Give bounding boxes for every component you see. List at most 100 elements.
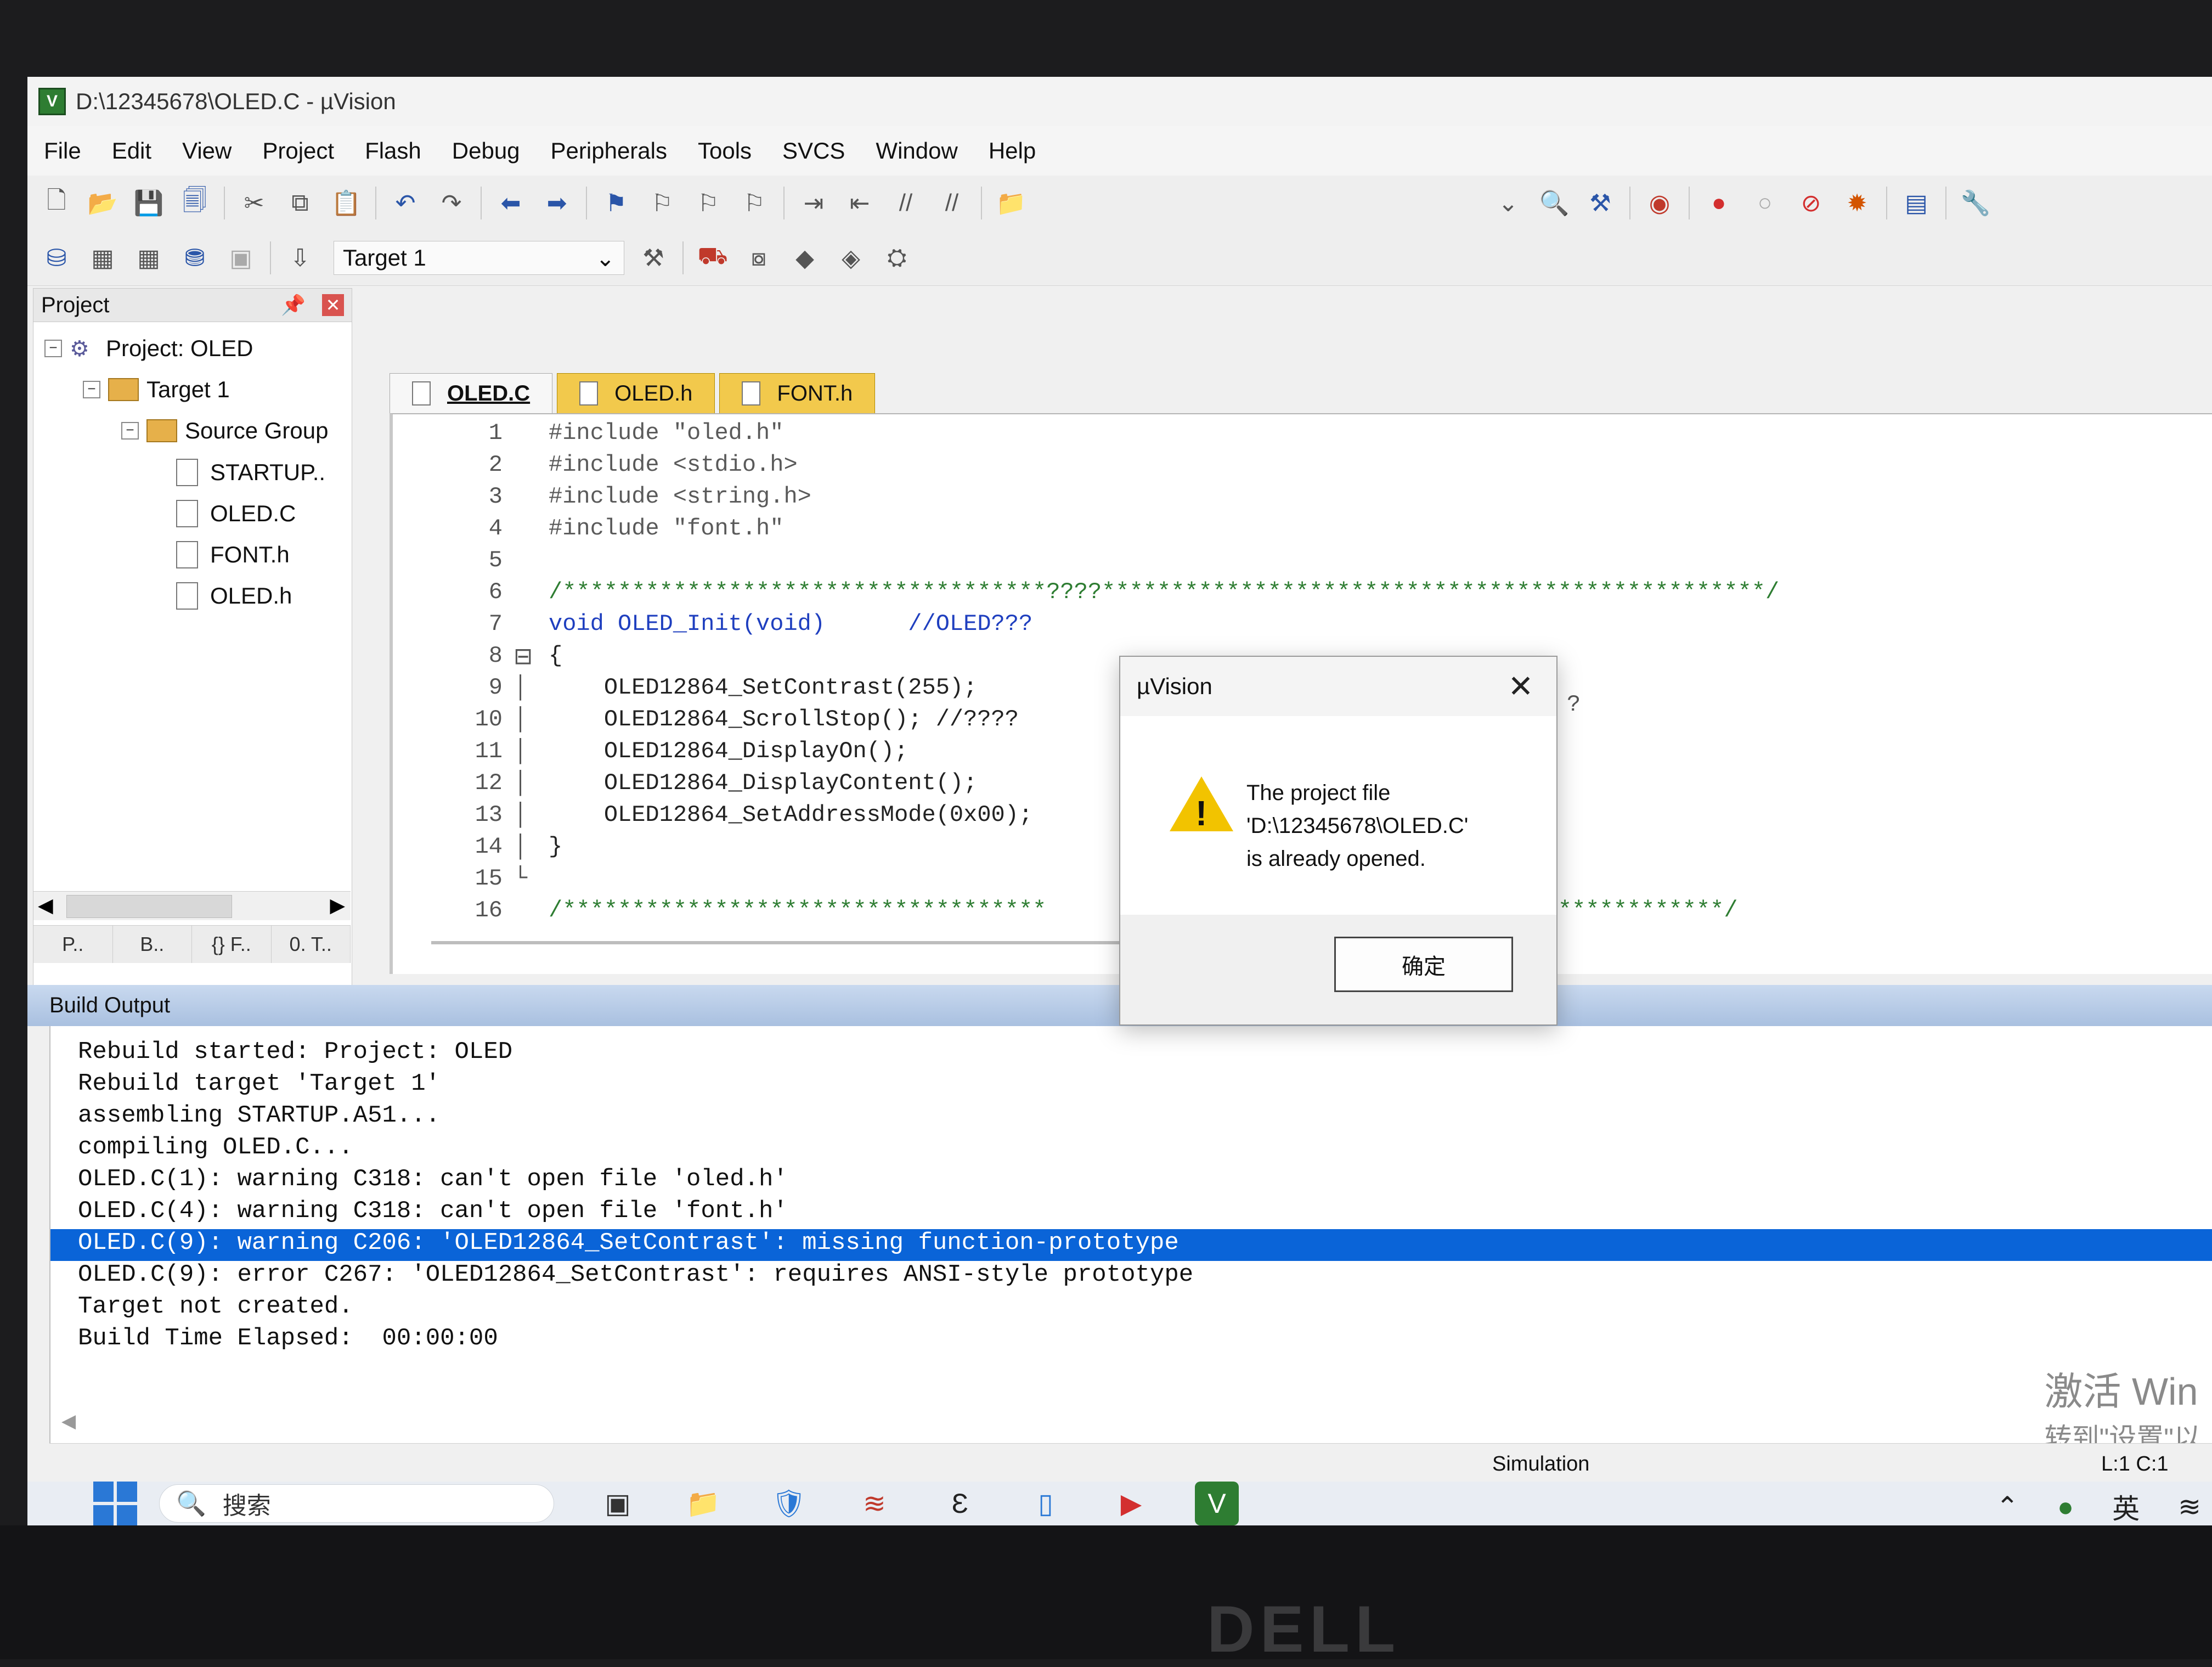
wifi-icon[interactable]: ≋ bbox=[2178, 1491, 2201, 1523]
tab-oled-c[interactable]: OLED.C bbox=[390, 373, 553, 413]
configure-icon[interactable]: 🔧 bbox=[1959, 186, 1993, 220]
uncomment-icon[interactable]: // bbox=[935, 186, 969, 220]
navigate-forward-icon[interactable]: ➡ bbox=[540, 186, 574, 220]
breakpoint-insert-icon[interactable]: ● bbox=[1702, 186, 1736, 220]
tree-source-group-node[interactable]: − Source Group bbox=[121, 418, 328, 444]
open-folder-icon[interactable]: 📂 bbox=[86, 186, 120, 220]
tree-file-font-h[interactable]: FONT.h bbox=[176, 541, 290, 568]
tab-books[interactable]: B.. bbox=[112, 926, 192, 963]
output-line[interactable]: Rebuild started: Project: OLED bbox=[50, 1038, 2212, 1070]
output-line[interactable]: Build Time Elapsed: 00:00:00 bbox=[50, 1325, 2212, 1356]
output-line[interactable]: Target not created. bbox=[50, 1293, 2212, 1325]
save-icon[interactable]: 💾 bbox=[132, 186, 166, 220]
tree-file-startup[interactable]: STARTUP.. bbox=[176, 459, 325, 486]
pin-icon[interactable]: 📌 bbox=[281, 294, 306, 317]
menu-tools[interactable]: Tools bbox=[698, 138, 752, 164]
menu-window[interactable]: Window bbox=[876, 138, 957, 164]
tree-file-oled-h[interactable]: OLED.h bbox=[176, 582, 292, 610]
tree-project-node[interactable]: − ⚙ Project: OLED bbox=[44, 335, 253, 362]
tab-font-h[interactable]: FONT.h bbox=[719, 373, 876, 413]
manage-project-items-icon[interactable]: ⛟ bbox=[696, 241, 730, 275]
close-icon[interactable]: ✕ bbox=[322, 294, 344, 316]
bookmark-clear-icon[interactable]: ⚐ bbox=[737, 186, 771, 220]
comment-icon[interactable]: // bbox=[889, 186, 923, 220]
app-icon[interactable]: ≋ bbox=[853, 1482, 896, 1525]
menu-file[interactable]: File bbox=[44, 138, 81, 164]
cut-icon[interactable]: ✂ bbox=[237, 186, 271, 220]
bookmark-next-icon[interactable]: ⚐ bbox=[691, 186, 725, 220]
media-app-icon[interactable]: ▶ bbox=[1109, 1482, 1153, 1525]
pack-installer-icon[interactable]: ◈ bbox=[834, 241, 868, 275]
dropdown-icon[interactable]: ⌄ bbox=[1491, 186, 1525, 220]
undo-icon[interactable]: ↶ bbox=[388, 186, 422, 220]
select-packs-icon[interactable]: ⧇ bbox=[742, 241, 776, 275]
bookmark-prev-icon[interactable]: ⚐ bbox=[645, 186, 679, 220]
output-line[interactable]: Rebuild target 'Target 1' bbox=[50, 1070, 2212, 1102]
uvision-taskbar-icon[interactable]: V bbox=[1195, 1482, 1239, 1525]
copy-icon[interactable]: ⧉ bbox=[283, 186, 317, 220]
file-explorer-icon[interactable]: 📁 bbox=[681, 1482, 725, 1525]
scroll-right-icon[interactable]: ▶ bbox=[330, 894, 345, 917]
editor-horizontal-scrollbar[interactable] bbox=[431, 941, 1199, 944]
menu-flash[interactable]: Flash bbox=[365, 138, 421, 164]
windows-start-icon[interactable] bbox=[93, 1482, 137, 1525]
breakpoint-disable-all-icon[interactable]: ⊘ bbox=[1794, 186, 1828, 220]
paste-icon[interactable]: 📋 bbox=[329, 186, 363, 220]
tab-oled-h[interactable]: OLED.h bbox=[557, 373, 715, 413]
ime-indicator[interactable]: 英 bbox=[2112, 1487, 2140, 1525]
menu-project[interactable]: Project bbox=[262, 138, 334, 164]
phone-link-icon[interactable]: ▯ bbox=[1024, 1482, 1068, 1525]
taskbar-search[interactable]: 🔍 搜索 bbox=[159, 1484, 554, 1523]
options-for-target-icon[interactable]: ⚒ bbox=[636, 241, 670, 275]
close-icon[interactable]: ✕ bbox=[1502, 667, 1540, 706]
output-line[interactable]: OLED.C(9): error C267: 'OLED12864_SetCon… bbox=[50, 1261, 2212, 1293]
menu-svcs[interactable]: SVCS bbox=[782, 138, 845, 164]
scroll-thumb[interactable] bbox=[66, 895, 232, 918]
bookmark-icon[interactable]: ⚑ bbox=[599, 186, 633, 220]
security-shield-icon[interactable]: 🛡 bbox=[767, 1482, 811, 1525]
menu-edit[interactable]: Edit bbox=[112, 138, 151, 164]
output-line[interactable]: OLED.C(1): warning C318: can't open file… bbox=[50, 1165, 2212, 1197]
collapse-icon[interactable]: − bbox=[121, 422, 139, 440]
incremental-find-icon[interactable]: ⚒ bbox=[1583, 186, 1617, 220]
project-horizontal-scrollbar[interactable]: ◀ ▶ bbox=[33, 891, 351, 920]
tray-app-icon[interactable]: ● bbox=[2057, 1491, 2074, 1523]
collapse-icon[interactable]: − bbox=[44, 340, 62, 357]
build-icon[interactable]: ▦ bbox=[86, 241, 120, 275]
tab-functions[interactable]: {} F.. bbox=[192, 926, 272, 963]
indent-icon[interactable]: ⇥ bbox=[797, 186, 831, 220]
editor-app-icon[interactable]: Ɛ bbox=[938, 1482, 982, 1525]
menu-help[interactable]: Help bbox=[989, 138, 1036, 164]
tab-project[interactable]: P.. bbox=[33, 926, 113, 963]
new-file-icon[interactable]: 🗋 bbox=[40, 186, 74, 220]
tree-target-node[interactable]: − Target 1 bbox=[83, 376, 230, 403]
task-view-icon[interactable]: ▣ bbox=[596, 1482, 640, 1525]
device-database-icon[interactable]: ⛭ bbox=[880, 241, 914, 275]
tree-file-oled-c[interactable]: OLED.C bbox=[176, 500, 296, 527]
batch-build-icon[interactable]: ⛃ bbox=[178, 241, 212, 275]
breakpoint-kill-all-icon[interactable]: ✹ bbox=[1840, 186, 1874, 220]
find-in-files-icon[interactable]: 📁 bbox=[994, 186, 1028, 220]
menu-peripherals[interactable]: Peripherals bbox=[551, 138, 667, 164]
breakpoint-disable-icon[interactable]: ○ bbox=[1748, 186, 1782, 220]
output-line[interactable]: assembling STARTUP.A51... bbox=[50, 1102, 2212, 1134]
navigate-back-icon[interactable]: ⬅ bbox=[494, 186, 528, 220]
scroll-left-icon[interactable]: ◀ bbox=[38, 894, 53, 917]
menu-view[interactable]: View bbox=[182, 138, 232, 164]
output-line-selected[interactable]: OLED.C(9): warning C206: 'OLED12864_SetC… bbox=[50, 1229, 2212, 1261]
menu-debug[interactable]: Debug bbox=[452, 138, 520, 164]
fold-collapse-icon[interactable]: ⊟ bbox=[514, 643, 549, 674]
scroll-left-icon[interactable]: ◀ bbox=[61, 1410, 76, 1432]
translate-icon[interactable]: ⛁ bbox=[40, 241, 74, 275]
save-all-icon[interactable]: 🗐 bbox=[178, 186, 212, 220]
stop-build-icon[interactable]: ▣ bbox=[224, 241, 258, 275]
output-line[interactable]: OLED.C(4): warning C318: can't open file… bbox=[50, 1197, 2212, 1229]
window-layout-icon[interactable]: ▤ bbox=[1899, 186, 1933, 220]
redo-icon[interactable]: ↷ bbox=[435, 186, 469, 220]
build-output-panel[interactable]: Rebuild started: Project: OLED Rebuild t… bbox=[49, 1026, 2212, 1443]
debug-session-icon[interactable]: ◉ bbox=[1643, 186, 1677, 220]
manage-rte-icon[interactable]: ◆ bbox=[788, 241, 822, 275]
rebuild-icon[interactable]: ▦ bbox=[132, 241, 166, 275]
ok-button[interactable]: 确定 bbox=[1334, 937, 1513, 992]
target-select[interactable]: Target 1 ⌄ bbox=[334, 241, 624, 275]
